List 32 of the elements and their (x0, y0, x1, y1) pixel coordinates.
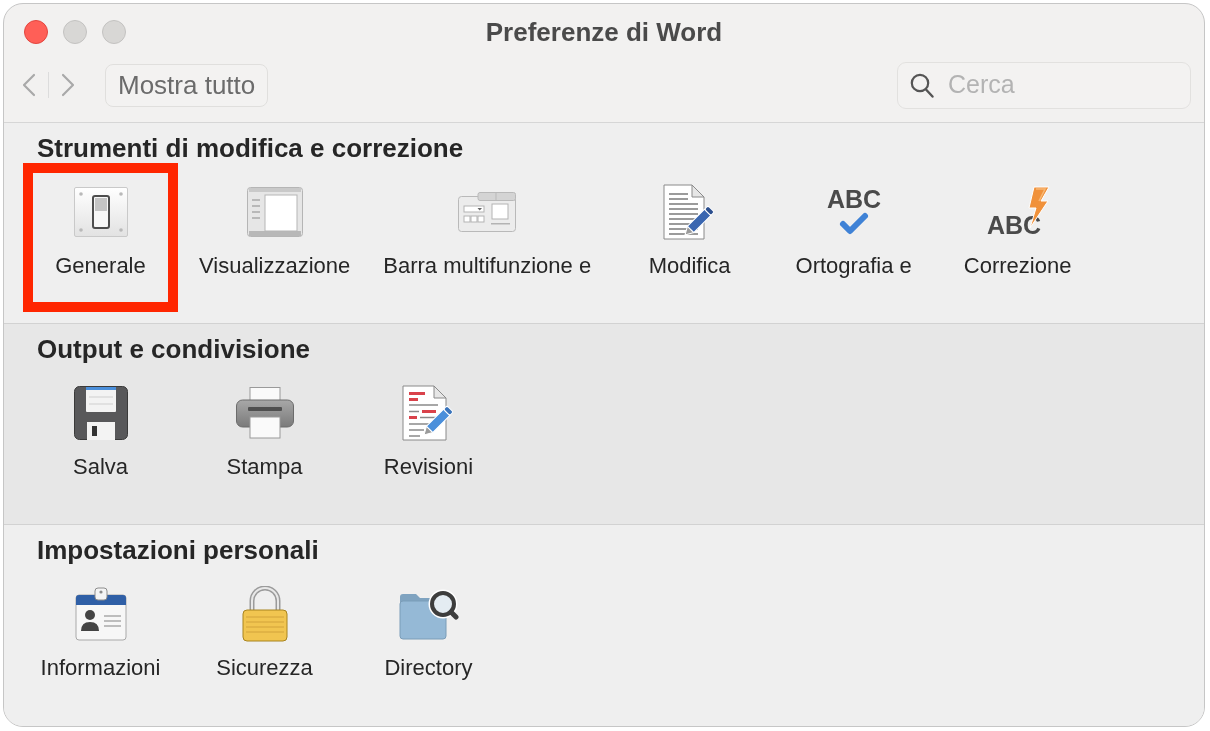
marked-document-pencil-icon (401, 385, 456, 441)
search-input[interactable]: Cerca (948, 66, 1180, 104)
preference-pane-button[interactable]: Sicurezza (187, 565, 342, 714)
chevron-right-icon (61, 73, 75, 97)
window-layout-icon (246, 187, 303, 237)
ribbon-layout-icon (458, 192, 517, 232)
section-heading: Output e condivisione (36, 334, 311, 364)
document-pencil-icon (662, 184, 717, 240)
section-heading: Impostazioni personali (36, 535, 320, 565)
folder-magnifier-icon (398, 588, 459, 640)
search-icon (910, 72, 934, 98)
preference-pane-button[interactable]: ABC Ortografia e (776, 163, 932, 312)
preference-pane-button[interactable]: Revisioni (351, 364, 506, 513)
preference-pane-button[interactable]: Modifica (612, 163, 768, 312)
preference-pane-button[interactable]: Salva (23, 364, 178, 513)
id-badge-icon (74, 587, 127, 641)
preference-pane-button[interactable]: Visualizzazione (187, 163, 363, 312)
window-title: Preferenze di Word (485, 17, 723, 47)
show-all-button[interactable]: Mostra tutto (105, 63, 269, 107)
padlock-icon (241, 586, 288, 642)
preference-pane-button[interactable]: ABC Correzione (940, 163, 1096, 312)
printer-icon (235, 387, 294, 439)
preference-pane-button[interactable]: Stampa (187, 364, 342, 513)
preference-pane-button[interactable]: Generale (23, 163, 178, 312)
preference-pane-button[interactable]: Directory (351, 565, 506, 714)
preference-pane-button[interactable]: Informazioni (23, 565, 178, 714)
switch-panel-icon (73, 187, 128, 237)
search-field[interactable]: Cerca (897, 61, 1191, 109)
window-close-button[interactable] (24, 20, 48, 44)
preference-pane-button[interactable]: Barra multifunzione e (371, 163, 604, 312)
chevron-left-icon (22, 73, 36, 97)
section-heading: Strumenti di modifica e correzione (36, 133, 465, 163)
